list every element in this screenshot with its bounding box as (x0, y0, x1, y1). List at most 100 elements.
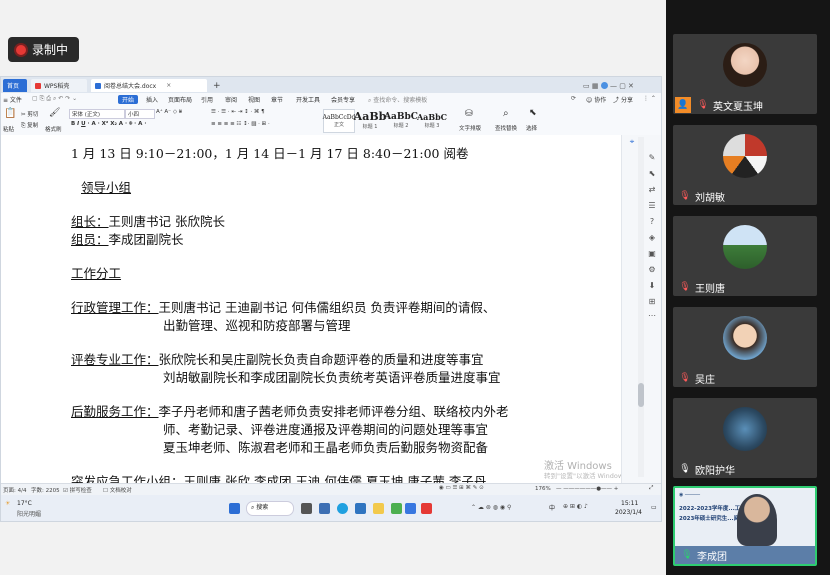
location-pin-icon[interactable]: ⌖ (627, 137, 637, 147)
new-tab-button[interactable]: + (209, 79, 225, 92)
weather-temp[interactable]: 17°C (17, 500, 32, 507)
taskbar-date[interactable]: 2023/1/4 (615, 509, 642, 516)
taskbar-time[interactable]: 15:11 (621, 500, 638, 507)
tab-document[interactable]: 阅卷总结大会.docx × (91, 79, 207, 92)
format-painter-icon[interactable]: 🖌 (49, 108, 60, 118)
view-mode-icons[interactable]: ◉ ▭ ☰ ⊞ ⌘ ✎ ⊙ (439, 485, 484, 491)
font-grow-shrink-icons[interactable]: A⁺ A⁻ ◇ ⩰ (156, 109, 182, 116)
cut-button[interactable]: ✂ 剪切 (21, 110, 38, 118)
find-replace-label[interactable]: 查找替换 (495, 124, 517, 132)
participant-tile[interactable]: 🎙 吴庄 (673, 307, 817, 387)
menu-review[interactable]: 审阅 (225, 95, 237, 104)
style-heading-3[interactable]: AaBbC 标题 3 (417, 109, 447, 131)
text-layout-icon[interactable]: ⛁ (465, 109, 473, 119)
vertical-scrollbar[interactable] (638, 137, 644, 477)
close-tab-icon[interactable]: × (166, 82, 171, 89)
copy-button[interactable]: ⎘ 复制 (21, 121, 38, 130)
menu-insert[interactable]: 插入 (146, 95, 158, 104)
doc-proof[interactable]: ☐ 文档校对 (103, 486, 132, 494)
quick-access-icons[interactable]: ▢ ⎘ ⎙ ⌕ ↶ ↷ ⌄ (32, 95, 77, 103)
minimize-icon[interactable]: — (610, 82, 617, 90)
participant-tile[interactable]: 👤 🎙 英文夏玉坤 (673, 34, 817, 114)
grid-icon[interactable]: ▦ (592, 82, 599, 90)
spell-check[interactable]: ☑ 拼写检查 (63, 486, 92, 494)
adjust-icon[interactable]: ⇄ (647, 185, 657, 195)
menu-view[interactable]: 视图 (248, 95, 260, 104)
close-window-icon[interactable]: ✕ (628, 82, 634, 90)
layout-icon[interactable]: ▭ (583, 82, 590, 90)
font-format-icons[interactable]: B I U · A · X² X₂ A · ⌾ · A · (71, 121, 146, 128)
menu-file[interactable]: ≡ 文件 (3, 95, 22, 104)
explorer-icon[interactable] (373, 503, 384, 514)
avatar-icon[interactable] (600, 82, 608, 89)
zoom-level[interactable]: 176% (535, 486, 551, 492)
task-view-icon[interactable] (301, 503, 312, 514)
store-icon[interactable] (355, 503, 366, 514)
help-icon[interactable]: ? (647, 217, 657, 227)
fullscreen-icon[interactable]: ⤢ (649, 485, 653, 492)
recording-indicator[interactable]: 录制中 (8, 37, 79, 62)
download-icon[interactable]: ⬇ (647, 281, 657, 291)
select-cursor-icon[interactable]: ⬉ (529, 108, 537, 118)
find-replace-icon[interactable]: ⌕ (503, 108, 509, 119)
menu-member[interactable]: 会员专享 (331, 95, 355, 104)
text-layout-label[interactable]: 文字排版 (459, 124, 481, 132)
align-icons[interactable]: ≡ ≡ ≡ ≡ ☷ ↕· ▨ · ⊞ · (211, 121, 270, 127)
windows-start-icon[interactable] (229, 503, 240, 514)
document-canvas[interactable]: 1 月 13 日 9:10－21:00，1 月 14 日－1 月 17 日 8:… (1, 135, 621, 483)
participant-tile[interactable]: 🎙 王则唐 (673, 216, 817, 296)
paste-label[interactable]: 粘贴 (3, 125, 14, 133)
tab-home[interactable]: 首页 (3, 79, 27, 92)
doc-label-admin: 行政管理工作： (71, 300, 159, 315)
mic-muted-icon: 🎙 (679, 191, 691, 201)
style-heading-1[interactable]: AaBb 标题 1 (354, 109, 387, 131)
ime-indicator[interactable]: 中 (549, 503, 555, 512)
menu-reference[interactable]: 引用 (201, 95, 213, 104)
network-volume-icons[interactable]: ⊕ ⊞ ◐ ♪ (563, 503, 588, 510)
notification-icon[interactable]: ▭ (651, 504, 657, 511)
tab-wps-docer[interactable]: WPS稻壳 (31, 79, 87, 92)
weather-desc[interactable]: 阳光明媚 (17, 509, 41, 518)
maximize-icon[interactable]: ▢ (619, 82, 626, 90)
more-panel-icon[interactable]: ⋯ (647, 311, 657, 321)
zoom-slider[interactable]: — ——————●—— + (556, 486, 618, 492)
menu-developer[interactable]: 开发工具 (296, 95, 320, 104)
scrollbar-thumb[interactable] (638, 383, 644, 407)
tray-icons[interactable]: ⌃ ☁ ⊚ ◍ ◉ ⚲ (471, 504, 511, 511)
menu-page-layout[interactable]: 页面布局 (168, 95, 192, 104)
meeting-app-icon[interactable] (405, 503, 416, 514)
mail-icon[interactable] (319, 503, 330, 514)
participant-tile[interactable]: 🎙 刘胡敏 (673, 125, 817, 205)
wps-taskbar-icon[interactable] (421, 503, 432, 514)
list-icons[interactable]: ☰ · ☰ · ⇤ ⇥ ↕ · ⌘ ¶ (211, 109, 265, 115)
font-name-select[interactable]: 宋体 (正文) (69, 109, 125, 119)
more-icon[interactable]: ⋮ ⌃ (643, 95, 656, 102)
command-search[interactable]: ⌕ 查找命令、搜索模板 (368, 95, 427, 105)
shield-icon[interactable]: ◈ (647, 233, 657, 243)
paste-icon[interactable]: 📋 (4, 108, 16, 119)
font-size-select[interactable]: 小四 (125, 109, 155, 119)
app-icon-green[interactable] (391, 503, 402, 514)
settings-icon[interactable]: ⚙ (647, 265, 657, 275)
sliders-icon[interactable]: ☰ (647, 201, 657, 211)
taskbar-search[interactable]: ⌕ 搜索 (246, 501, 294, 516)
collab-button[interactable]: ☺ 协作 (586, 95, 606, 104)
sync-icon[interactable]: ⟳ (571, 95, 576, 102)
format-painter-label[interactable]: 格式刷 (45, 125, 62, 133)
style-body[interactable]: AaBbCcDd 正文 (323, 109, 355, 133)
table-icon[interactable]: ⊞ (647, 297, 657, 307)
menu-start[interactable]: 开始 (118, 95, 139, 104)
participant-tile-active-speaker[interactable]: ◉ ───── 2022-2023学年度...工作总结会暨 2023年硕士研究生… (673, 486, 817, 566)
shared-wps-window: 首页 WPS稻壳 阅卷总结大会.docx × + ▭ ▦ — ▢ ✕ ≡ 文件 ▢… (0, 76, 662, 522)
pointer-icon[interactable]: ⬉ (647, 169, 657, 179)
style-heading-2[interactable]: AaBbC 标题 2 (384, 109, 418, 131)
image-icon[interactable]: ▣ (647, 249, 657, 259)
participant-name: 欧阳护华 (695, 465, 735, 477)
pen-icon[interactable]: ✎ (647, 153, 657, 163)
edge-icon[interactable] (337, 503, 348, 514)
word-count[interactable]: 字数: 2205 (31, 486, 60, 494)
participant-tile[interactable]: 🎙 欧阳护华 (673, 398, 817, 478)
menu-chapter[interactable]: 章节 (271, 95, 283, 104)
share-button[interactable]: ⤴ 分享 (613, 95, 633, 104)
select-label[interactable]: 选择 (526, 124, 537, 132)
